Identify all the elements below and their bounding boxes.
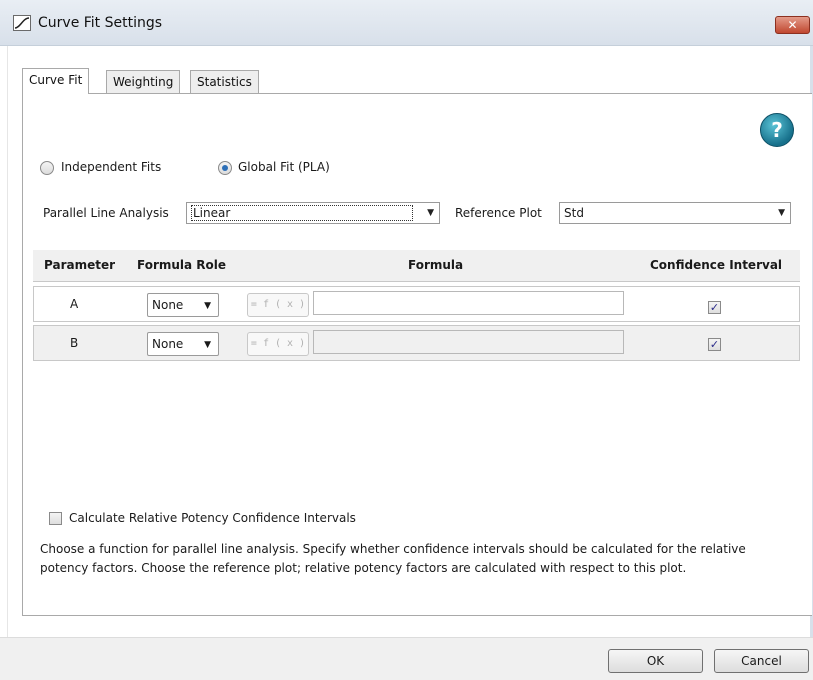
tab-weighting[interactable]: Weighting bbox=[106, 70, 181, 94]
chevron-down-icon: ▼ bbox=[778, 208, 785, 218]
cancel-button[interactable]: Cancel bbox=[714, 649, 809, 673]
header-confidence-interval: Confidence Interval bbox=[650, 258, 783, 272]
window-frame-left bbox=[0, 46, 8, 680]
formula-editor-button[interactable]: = f ( x ) bbox=[247, 332, 309, 356]
title-bar: Curve Fit Settings ✕ bbox=[0, 0, 813, 46]
checkmark-icon: ✓ bbox=[709, 301, 720, 314]
formula-editor-button[interactable]: = f ( x ) bbox=[247, 293, 309, 317]
chevron-down-icon: ▼ bbox=[427, 208, 434, 218]
confidence-interval-checkbox[interactable]: ✓ bbox=[708, 301, 721, 314]
formula-field[interactable] bbox=[313, 330, 624, 354]
curve-fit-icon bbox=[13, 15, 31, 31]
formula-role-value: None bbox=[152, 337, 184, 351]
relative-potency-checkbox[interactable] bbox=[49, 512, 62, 525]
chevron-down-icon: ▼ bbox=[204, 340, 211, 350]
help-icon[interactable]: ? bbox=[760, 113, 794, 147]
parameter-name: A bbox=[70, 297, 79, 311]
formula-field[interactable] bbox=[313, 291, 624, 315]
help-description: Choose a function for parallel line anal… bbox=[40, 542, 746, 575]
checkmark-icon: ✓ bbox=[709, 338, 720, 351]
parameter-name: B bbox=[70, 336, 79, 350]
window-title: Curve Fit Settings bbox=[38, 15, 163, 31]
ok-button[interactable]: OK bbox=[608, 649, 703, 673]
relative-potency-label: Calculate Relative Potency Confidence In… bbox=[69, 511, 356, 525]
reference-plot-select[interactable]: Std ▼ bbox=[559, 202, 791, 224]
tab-curve-fit[interactable]: Curve Fit bbox=[22, 68, 90, 94]
table-row: B None ▼ = f ( x ) ✓ bbox=[33, 325, 800, 361]
close-button[interactable]: ✕ bbox=[775, 16, 810, 34]
formula-role-select[interactable]: None ▼ bbox=[147, 293, 219, 317]
pla-function-select[interactable]: Linear ▼ bbox=[186, 202, 440, 224]
radio-independent-fits-label: Independent Fits bbox=[61, 160, 162, 174]
confidence-interval-checkbox[interactable]: ✓ bbox=[708, 338, 721, 351]
radio-global-fit-label: Global Fit (PLA) bbox=[238, 160, 330, 174]
table-header: Parameter Formula Role Formula Confidenc… bbox=[33, 250, 800, 282]
radio-global-fit[interactable] bbox=[218, 161, 232, 175]
reference-plot-label: Reference Plot bbox=[455, 206, 542, 220]
formula-role-select[interactable]: None ▼ bbox=[147, 332, 219, 356]
tab-statistics[interactable]: Statistics bbox=[190, 70, 259, 94]
header-formula-role: Formula Role bbox=[137, 258, 227, 272]
radio-independent-fits[interactable] bbox=[40, 161, 54, 175]
chevron-down-icon: ▼ bbox=[204, 301, 211, 311]
close-icon: ✕ bbox=[787, 18, 798, 32]
formula-role-value: None bbox=[152, 298, 184, 312]
header-parameter: Parameter bbox=[44, 258, 116, 272]
pla-label: Parallel Line Analysis bbox=[43, 206, 169, 220]
pla-function-value: Linear bbox=[191, 205, 413, 221]
table-row: A None ▼ = f ( x ) ✓ bbox=[33, 286, 800, 322]
reference-plot-value: Std bbox=[564, 206, 584, 220]
header-formula: Formula bbox=[408, 258, 464, 272]
